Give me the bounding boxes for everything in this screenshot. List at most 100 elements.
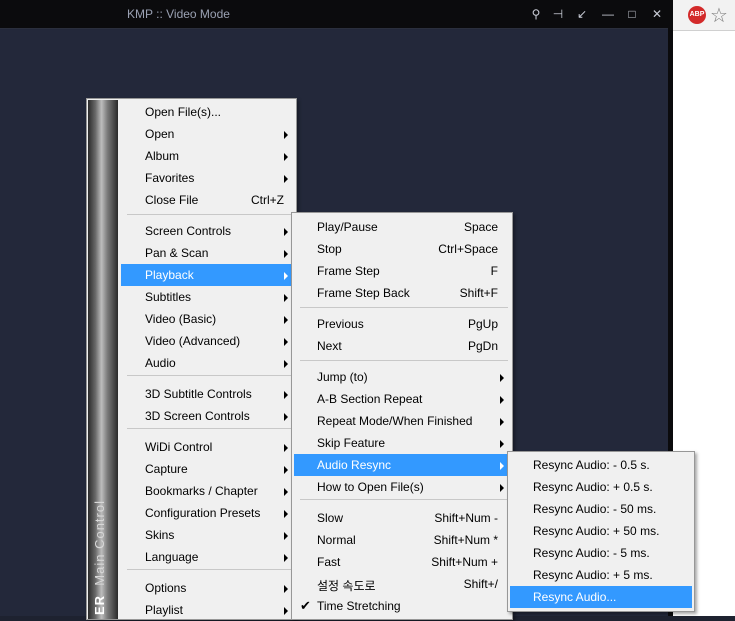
resync-menu-item-resync-audio-5-ms[interactable]: Resync Audio: + 5 ms. [510,564,692,586]
menu-separator [300,360,508,361]
window-title: KMP :: Video Mode [127,7,230,21]
playback-menu-item-item[interactable]: 설정 속도로 Shift+/ [294,573,510,595]
main-menu-item-open-file-s[interactable]: Open File(s)... [121,101,294,123]
browser-toolbar: ABP ☆ [673,0,735,31]
playback-menu-item-time-stretching[interactable]: ✔ Time Stretching [294,595,510,617]
menu-item-label: Jump (to) [317,370,368,384]
menu-item-label: Resync Audio: - 0.5 s. [533,458,650,472]
main-context-menu: ER Main Control Open File(s)... Open Album… [86,98,297,620]
main-menu-item-widi-control[interactable]: WiDi Control [121,436,294,458]
resync-menu-item-resync-audio-5-ms[interactable]: Resync Audio: - 5 ms. [510,542,692,564]
resync-menu-item-resync-audio-50-ms[interactable]: Resync Audio: + 50 ms. [510,520,692,542]
menu-item-label: Frame Step [317,264,380,278]
submenu-arrow-icon [284,466,288,474]
main-menu-item-bookmarks-chapter[interactable]: Bookmarks / Chapter [121,480,294,502]
pin-icon[interactable]: ⊣ [549,6,567,22]
submenu-arrow-icon [284,228,288,236]
menu-item-label: 3D Screen Controls [145,409,250,423]
playback-menu-item-skip-feature[interactable]: Skip Feature [294,432,510,454]
menu-item-shortcut: Ctrl+Z [251,193,284,207]
maximize-icon[interactable]: □ [623,6,641,22]
main-menu-item-screen-controls[interactable]: Screen Controls [121,220,294,242]
menu-item-label: Options [145,581,187,595]
menu-item-label: Album [145,149,180,163]
menu-separator [127,375,292,376]
menu-item-label: Time Stretching [317,599,401,613]
main-menu-item-open[interactable]: Open [121,123,294,145]
menu-item-label: Video (Basic) [145,312,217,326]
submenu-arrow-icon [284,272,288,280]
main-menu-item-3d-screen-controls[interactable]: 3D Screen Controls [121,405,294,427]
menu-side-banner: ER Main Control [88,100,118,619]
playback-menu-item-jump-to[interactable]: Jump (to) [294,366,510,388]
submenu-arrow-icon [284,338,288,346]
adblock-plus-icon[interactable]: ABP [688,6,706,24]
resync-menu-item-resync-audio-0-5-s[interactable]: Resync Audio: - 0.5 s. [510,454,692,476]
submenu-arrow-icon [284,554,288,562]
menu-item-label: Frame Step Back [317,286,410,300]
menu-item-label: Play/Pause [317,220,378,234]
menu-item-label: Playback [145,268,194,282]
menu-separator [300,499,508,500]
main-menu-item-favorites[interactable]: Favorites [121,167,294,189]
close-icon[interactable]: ✕ [648,6,666,22]
submenu-arrow-icon [284,510,288,518]
menu-item-label: Slow [317,511,344,525]
main-menu-item-capture[interactable]: Capture [121,458,294,480]
playback-menu-item-fast[interactable]: Fast Shift+Num + [294,551,510,573]
main-menu-item-album[interactable]: Album [121,145,294,167]
menu-item-label: Previous [317,317,364,331]
submenu-arrow-icon [284,360,288,368]
menu-item-label: Bookmarks / Chapter [145,484,258,498]
main-menu-item-pan-scan[interactable]: Pan & Scan [121,242,294,264]
menu-separator [127,214,292,215]
main-menu-item-audio[interactable]: Audio [121,352,294,374]
menu-item-shortcut: F [490,264,498,278]
main-menu-item-skins[interactable]: Skins [121,524,294,546]
playback-menu-item-how-to-open-file-s[interactable]: How to Open File(s) [294,476,510,498]
resync-menu-item-resync-audio[interactable]: Resync Audio... [510,586,692,608]
menu-item-label: Resync Audio: + 0.5 s. [533,480,653,494]
menu-item-label: Favorites [145,171,195,185]
main-menu-item-3d-subtitle-controls[interactable]: 3D Subtitle Controls [121,383,294,405]
menu-item-label: Audio [145,356,176,370]
playback-menu-item-frame-step-back[interactable]: Frame Step Back Shift+F [294,282,510,304]
menu-separator [127,428,292,429]
playback-menu-item-a-b-section-repeat[interactable]: A-B Section Repeat [294,388,510,410]
playback-menu-item-play-pause[interactable]: Play/Pause Space [294,216,510,238]
menu-item-label: Capture [145,462,188,476]
playback-menu-item-repeat-mode-when-finished[interactable]: Repeat Mode/When Finished [294,410,510,432]
menu-item-shortcut: Shift+Num * [433,533,498,547]
main-menu-item-close-file[interactable]: Close File Ctrl+Z [121,189,294,211]
menu-item-label: A-B Section Repeat [317,392,423,406]
submenu-arrow-icon [284,413,288,421]
minimize-icon[interactable]: — [599,6,617,22]
playback-menu-item-slow[interactable]: Slow Shift+Num - [294,507,510,529]
submenu-arrow-icon [500,462,504,470]
playback-menu-item-previous[interactable]: Previous PgUp [294,313,510,335]
main-menu-item-video-basic[interactable]: Video (Basic) [121,308,294,330]
main-menu-item-language[interactable]: Language [121,546,294,568]
bookmark-star-icon[interactable]: ☆ [710,3,728,28]
main-menu-item-subtitles[interactable]: Subtitles [121,286,294,308]
main-menu-item-configuration-presets[interactable]: Configuration Presets [121,502,294,524]
menu-item-label: Resync Audio: + 5 ms. [533,568,653,582]
playback-menu-item-next[interactable]: Next PgDn [294,335,510,357]
menu-item-label: Playlist [145,603,184,617]
menu-item-label: Open [145,127,175,141]
resync-menu-item-resync-audio-50-ms[interactable]: Resync Audio: - 50 ms. [510,498,692,520]
main-menu-item-playback[interactable]: Playback [121,264,294,286]
search-icon[interactable]: ⚲ [527,6,545,22]
main-menu-item-playlist[interactable]: Playlist [121,599,294,621]
menu-item-label: Language [145,550,199,564]
playback-menu-item-audio-resync[interactable]: Audio Resync [294,454,510,476]
playback-menu-item-stop[interactable]: Stop Ctrl+Space [294,238,510,260]
main-menu-item-video-advanced[interactable]: Video (Advanced) [121,330,294,352]
menu-item-label: Resync Audio: + 50 ms. [533,524,660,538]
minimize-to-tray-icon[interactable]: ↙ [573,6,591,22]
playback-menu-item-normal[interactable]: Normal Shift+Num * [294,529,510,551]
playback-menu-item-frame-step[interactable]: Frame Step F [294,260,510,282]
resync-menu-item-resync-audio-0-5-s[interactable]: Resync Audio: + 0.5 s. [510,476,692,498]
main-menu-item-options[interactable]: Options [121,577,294,599]
menu-item-shortcut: Ctrl+Space [438,242,498,256]
